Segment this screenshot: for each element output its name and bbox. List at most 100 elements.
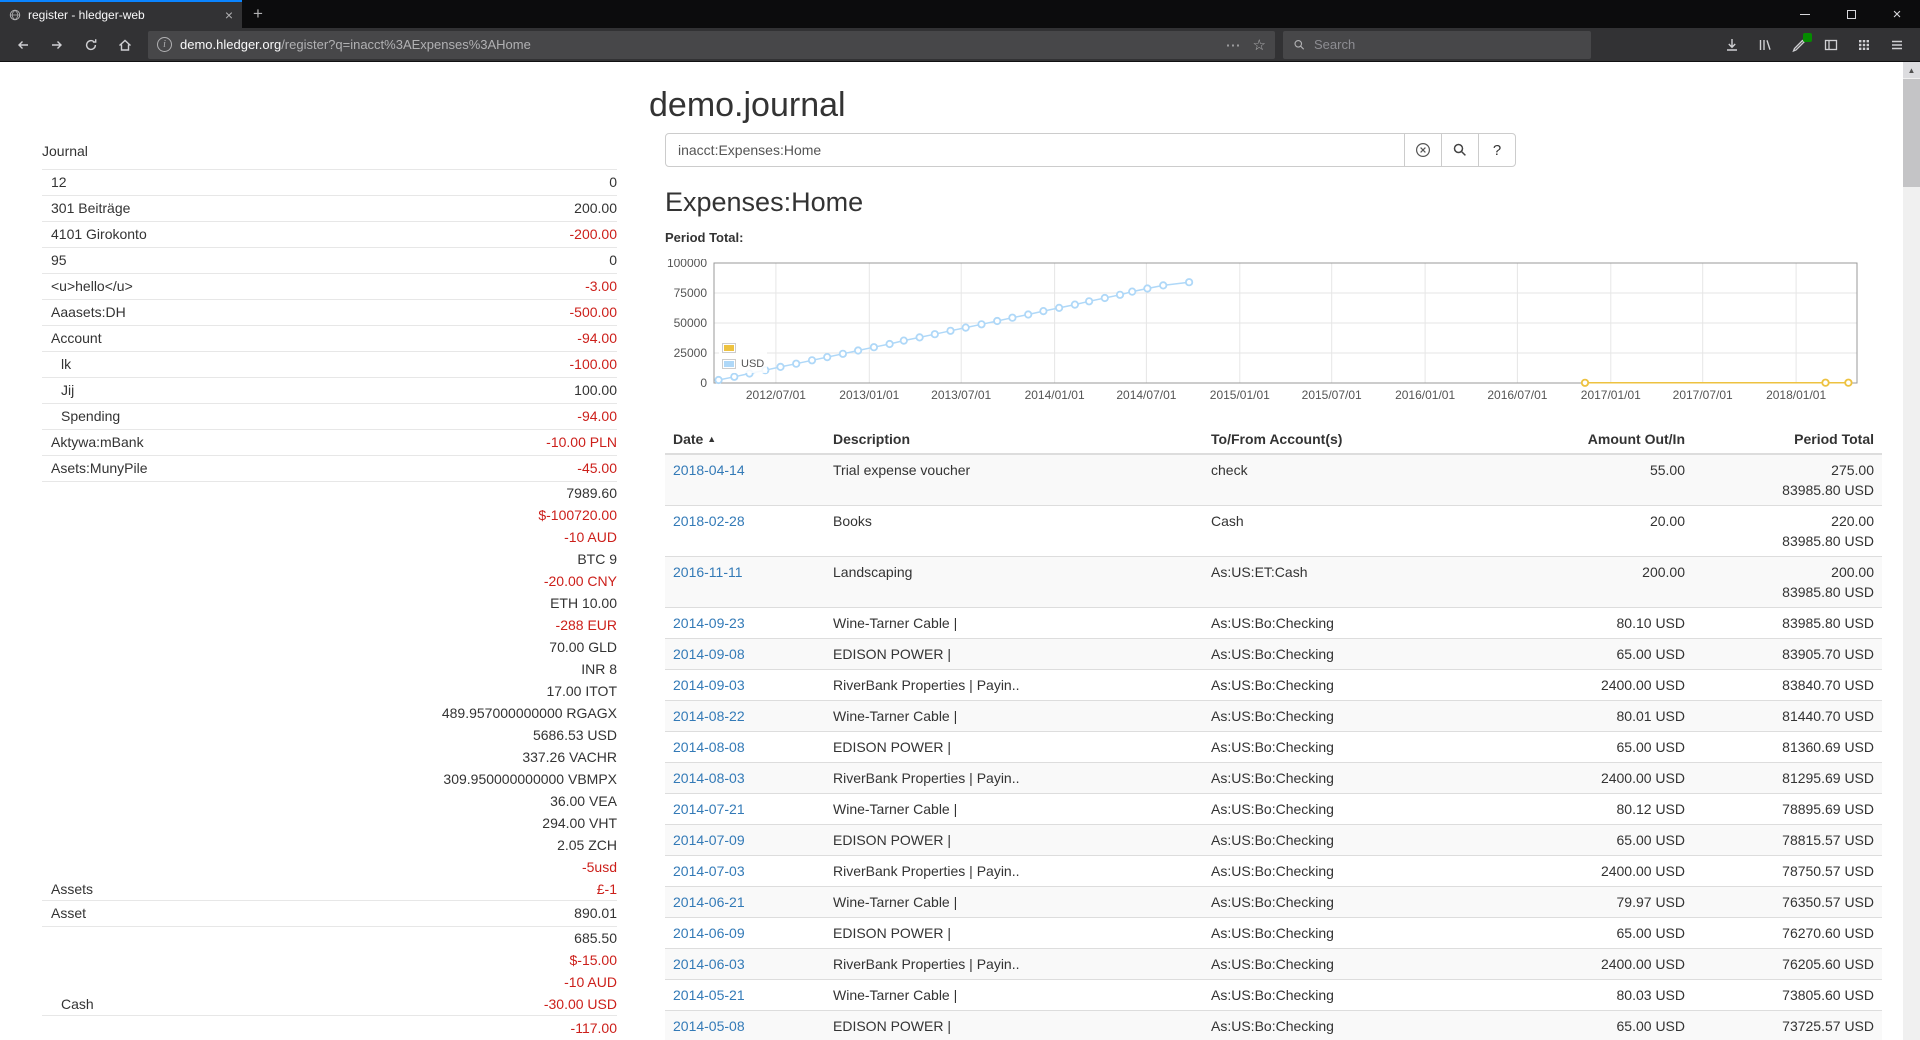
home-icon bbox=[117, 37, 133, 53]
column-header-amount[interactable]: Amount Out/In bbox=[1533, 425, 1693, 454]
account-balance: 2.05 ZCH bbox=[258, 834, 617, 856]
browser-search-bar[interactable] bbox=[1283, 31, 1591, 59]
register-date-link[interactable]: 2014-06-03 bbox=[673, 956, 745, 972]
register-date-link[interactable]: 2014-05-21 bbox=[673, 987, 745, 1003]
close-button[interactable]: × bbox=[1874, 0, 1920, 28]
register-description: Wine-Tarner Cable | bbox=[825, 608, 1203, 639]
search-icon bbox=[1293, 38, 1306, 52]
column-header-total[interactable]: Period Total bbox=[1693, 425, 1882, 454]
register-description: RiverBank Properties | Payin.. bbox=[825, 949, 1203, 980]
register-date-link[interactable]: 2014-05-08 bbox=[673, 1018, 745, 1034]
menu-button[interactable] bbox=[1882, 31, 1912, 59]
sidebar-account-row: 120 bbox=[42, 170, 617, 196]
sidebar-account-link[interactable]: 12 bbox=[51, 174, 67, 190]
scrollbar[interactable]: ▲ bbox=[1903, 62, 1920, 1040]
url-path: /register?q=inacct%3AExpenses%3AHome bbox=[281, 37, 531, 52]
maximize-button[interactable] bbox=[1828, 0, 1874, 28]
sidebar-account-row: Aktywa:mBank-10.00 PLN bbox=[42, 430, 617, 456]
register-date-link[interactable]: 2014-06-21 bbox=[673, 894, 745, 910]
scrollbar-thumb[interactable] bbox=[1903, 79, 1920, 187]
register-amount: 20.00 bbox=[1533, 506, 1693, 557]
register-date-link[interactable]: 2014-08-22 bbox=[673, 708, 745, 724]
page-info-icon[interactable]: i bbox=[157, 37, 172, 52]
register-amount: 80.10 USD bbox=[1533, 608, 1693, 639]
register-header-row: Date ▲ Description To/From Account(s) Am… bbox=[665, 425, 1882, 454]
account-balance: -500.00 bbox=[258, 300, 617, 325]
apps-button[interactable] bbox=[1849, 31, 1879, 59]
register-date-link[interactable]: 2014-09-03 bbox=[673, 677, 745, 693]
sidebar-account-link[interactable]: Jij bbox=[61, 382, 74, 398]
clear-search-button[interactable] bbox=[1404, 133, 1442, 167]
sidebar-account-link[interactable]: Cash bbox=[61, 996, 94, 1012]
register-row: 2014-09-23Wine-Tarner Cable |As:US:Bo:Ch… bbox=[665, 608, 1882, 639]
sidebar-account-link[interactable]: Spending bbox=[61, 408, 120, 424]
register-period-total: 83905.70 USD bbox=[1693, 639, 1882, 670]
column-header-date[interactable]: Date ▲ bbox=[665, 425, 825, 454]
tab-title: register - hledger-web bbox=[28, 8, 218, 22]
url-bar[interactable]: i demo.hledger.org/register?q=inacct%3AE… bbox=[148, 31, 1275, 59]
sidebar-account-link[interactable]: Asset bbox=[51, 905, 86, 921]
downloads-button[interactable] bbox=[1717, 31, 1747, 59]
library-button[interactable] bbox=[1750, 31, 1780, 59]
page-actions-icon[interactable]: ⋯ bbox=[1226, 36, 1241, 54]
bookmark-star-icon[interactable]: ☆ bbox=[1253, 36, 1266, 54]
register-date-link[interactable]: 2016-11-11 bbox=[673, 564, 743, 580]
scroll-up-arrow[interactable]: ▲ bbox=[1903, 62, 1920, 78]
register-row: 2016-11-11LandscapingAs:US:ET:Cash200.00… bbox=[665, 557, 1882, 608]
register-date-link[interactable]: 2014-07-09 bbox=[673, 832, 745, 848]
register-date-link[interactable]: 2014-08-03 bbox=[673, 770, 745, 786]
account-balance: -94.00 bbox=[258, 404, 617, 429]
sidebar-journal-link[interactable]: Journal bbox=[42, 138, 617, 164]
extension-button[interactable] bbox=[1783, 31, 1813, 59]
register-amount: 2400.00 USD bbox=[1533, 763, 1693, 794]
register-date-link[interactable]: 2014-09-23 bbox=[673, 615, 745, 631]
back-button[interactable] bbox=[8, 31, 38, 59]
sidebar-account-row: 4101 Girokonto-200.00 bbox=[42, 222, 617, 248]
sidebar-account-link[interactable]: Assets bbox=[51, 881, 93, 897]
register-date-link[interactable]: 2014-09-08 bbox=[673, 646, 745, 662]
register-date-link[interactable]: 2014-07-03 bbox=[673, 863, 745, 879]
account-balance: -45.00 bbox=[258, 456, 617, 481]
sidebar-account-link[interactable]: 301 Beiträge bbox=[51, 200, 130, 216]
new-tab-button[interactable]: + bbox=[242, 0, 274, 28]
account-balance: 36.00 VEA bbox=[258, 790, 617, 812]
sidebar-account-link[interactable]: Aaasets:DH bbox=[51, 304, 126, 320]
tab-close-icon[interactable]: × bbox=[225, 7, 233, 23]
register-date-link[interactable]: 2018-02-28 bbox=[673, 513, 745, 529]
apps-grid-icon bbox=[1856, 37, 1872, 53]
browser-tab[interactable]: register - hledger-web × bbox=[0, 0, 242, 28]
tab-favicon bbox=[9, 9, 21, 21]
minimize-button[interactable] bbox=[1782, 0, 1828, 28]
register-description: RiverBank Properties | Payin.. bbox=[825, 670, 1203, 701]
account-balance: $-100720.00 bbox=[258, 504, 617, 526]
extension-badge bbox=[1803, 33, 1812, 42]
column-header-account[interactable]: To/From Account(s) bbox=[1203, 425, 1533, 454]
query-input[interactable] bbox=[665, 133, 1405, 167]
column-header-description[interactable]: Description bbox=[825, 425, 1203, 454]
sidebar-account-link[interactable]: Aktywa:mBank bbox=[51, 434, 144, 450]
sidebar-account-link[interactable]: <u>hello</u> bbox=[51, 278, 133, 294]
register-period-total: 73805.60 USD bbox=[1693, 980, 1882, 1011]
sidebar-account-link[interactable]: Account bbox=[51, 330, 102, 346]
register-account: As:US:Bo:Checking bbox=[1203, 980, 1533, 1011]
sidebar-account-link[interactable]: 95 bbox=[51, 252, 67, 268]
home-button[interactable] bbox=[110, 31, 140, 59]
sidebar-account-link[interactable]: lk bbox=[61, 356, 71, 372]
register-date-link[interactable]: 2014-06-09 bbox=[673, 925, 745, 941]
register-date-link[interactable]: 2014-07-21 bbox=[673, 801, 745, 817]
sidebar-account-link[interactable]: 4101 Girokonto bbox=[51, 226, 147, 242]
reload-button[interactable] bbox=[76, 31, 106, 59]
help-button[interactable]: ? bbox=[1478, 133, 1516, 167]
register-date-link[interactable]: 2018-04-14 bbox=[673, 462, 745, 478]
register-row: 2014-07-21Wine-Tarner Cable |As:US:Bo:Ch… bbox=[665, 794, 1882, 825]
sidebar-account-row: Account-94.00 bbox=[42, 326, 617, 352]
forward-button[interactable] bbox=[42, 31, 72, 59]
register-date-link[interactable]: 2014-08-08 bbox=[673, 739, 745, 755]
sidebar-account-link[interactable]: Asets:MunyPile bbox=[51, 460, 147, 476]
search-button[interactable] bbox=[1441, 133, 1479, 167]
register-amount: 65.00 USD bbox=[1533, 732, 1693, 763]
sidebar-toggle-button[interactable] bbox=[1816, 31, 1846, 59]
sidebar-account-row: <u>hello</u>-3.00 bbox=[42, 274, 617, 300]
register-account: Cash bbox=[1203, 506, 1533, 557]
browser-search-input[interactable] bbox=[1314, 37, 1581, 52]
